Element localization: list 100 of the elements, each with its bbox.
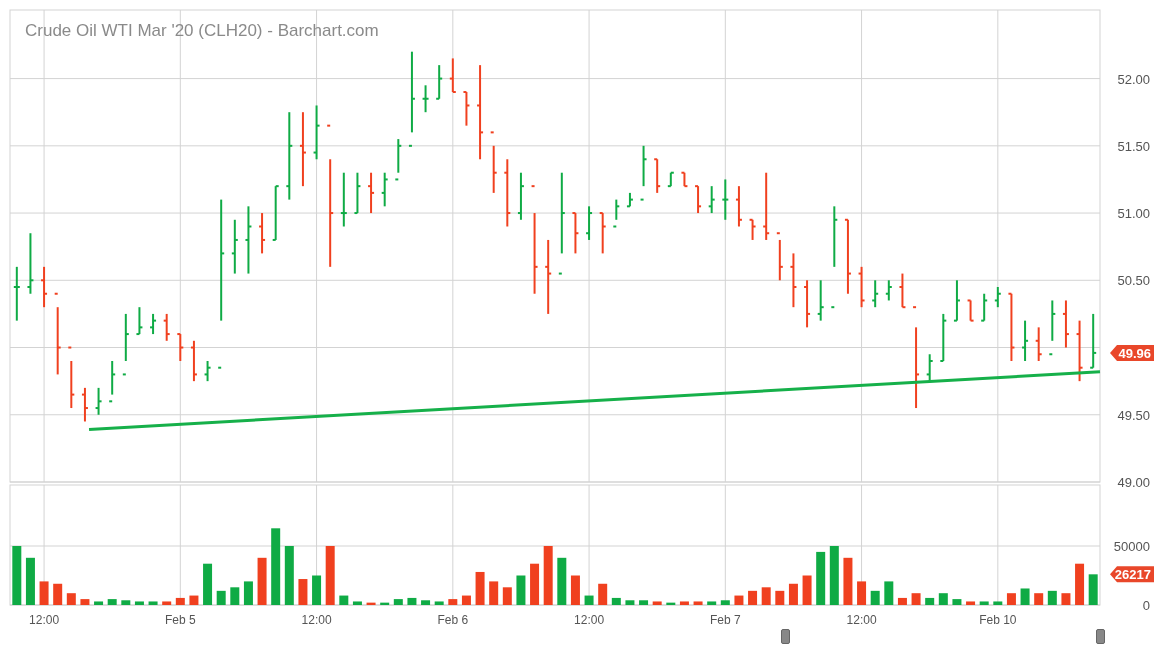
volume-bar (502, 587, 512, 605)
x-axis-label: 12:00 (574, 613, 605, 627)
volume-bar (448, 599, 458, 605)
volume-bar (121, 600, 131, 605)
volume-bar (366, 602, 376, 605)
volume-bar (257, 557, 267, 605)
volume-bar (816, 551, 826, 605)
volume-bar (543, 546, 553, 605)
volume-bar (761, 587, 771, 605)
volume-bar (884, 581, 894, 605)
volume-bar (162, 601, 172, 605)
volume-bar (925, 597, 935, 605)
volume-bar (1006, 593, 1016, 605)
volume-bar (53, 583, 63, 605)
volume-bar (911, 593, 921, 605)
volume-bar (134, 601, 144, 605)
volume-bar (611, 597, 621, 605)
volume-bar (516, 575, 526, 605)
volume-bar (339, 595, 349, 605)
volume-bar (1020, 588, 1030, 605)
x-axis-label: Feb 10 (979, 613, 1017, 627)
volume-bar (1061, 593, 1071, 605)
volume-bar (938, 593, 948, 605)
volume-bar (148, 601, 158, 605)
y-axis-label: 49.50 (1117, 407, 1150, 423)
volume-bar (421, 600, 431, 605)
volume-bar (652, 601, 662, 605)
volume-bar (298, 579, 308, 605)
volume-bar (993, 601, 1003, 605)
volume-bar (175, 597, 185, 605)
volume-bar (679, 601, 689, 605)
volume-bar (434, 601, 444, 605)
volume-bar (489, 581, 499, 605)
scroll-handle[interactable] (1096, 629, 1105, 644)
volume-bar (380, 602, 390, 605)
scroll-handle[interactable] (781, 629, 790, 644)
volume-bar (243, 581, 253, 605)
x-axis-label: 12:00 (301, 613, 332, 627)
y-axis-label: 49.00 (1117, 475, 1150, 490)
x-axis-label: Feb 7 (709, 613, 741, 627)
chart-title: Crude Oil WTI Mar '20 (CLH20) - Barchart.com (25, 21, 379, 40)
y-axis-label: 51.50 (1117, 138, 1150, 154)
volume-bar (720, 600, 730, 605)
volume-bar (966, 601, 976, 605)
volume-bar (530, 563, 540, 605)
volume-bar (66, 593, 76, 605)
volume-bar (80, 599, 90, 605)
volume-bar (979, 601, 989, 605)
volume-bar (189, 595, 199, 605)
x-axis-label: 12:00 (29, 613, 60, 627)
volume-bar (352, 601, 362, 605)
volume-bar (584, 595, 594, 605)
y-axis-label: 50.50 (1117, 273, 1150, 289)
volume-bar (857, 581, 867, 605)
volume-bar (788, 583, 798, 605)
volume-bar (734, 595, 744, 605)
y-axis-label: 51.00 (1117, 206, 1150, 222)
volume-bar (12, 546, 22, 605)
volume-bar (693, 601, 703, 605)
volume-bar (203, 563, 213, 605)
volume-bar (284, 546, 294, 605)
value-badge: 26217 (1110, 566, 1154, 583)
volume-bar (829, 546, 839, 605)
volume-bar (39, 581, 49, 605)
volume-bar (407, 597, 417, 605)
volume-bar (325, 546, 335, 605)
volume-bar (625, 600, 635, 605)
volume-bar (802, 575, 812, 605)
volume-bar (952, 599, 962, 605)
volume-bar (216, 590, 226, 605)
volume-bar (897, 597, 907, 605)
volume-bar (666, 602, 676, 605)
volume-bar (1034, 593, 1044, 605)
volume-bar (107, 599, 117, 605)
volume-bar (870, 590, 880, 605)
y-axis-label: 50000 (1113, 539, 1150, 554)
volume-bar (25, 557, 35, 605)
volume-bar (94, 601, 104, 605)
volume-bar (475, 571, 485, 605)
volume-bar (570, 575, 580, 605)
volume-bar (1047, 590, 1057, 605)
y-axis-label: 0 (1142, 598, 1150, 613)
volume-bar (393, 599, 403, 605)
x-axis-label: 12:00 (846, 613, 877, 627)
volume-bar (312, 575, 322, 605)
volume-bar (598, 583, 608, 605)
volume-bar (1088, 574, 1098, 605)
volume-bar (843, 557, 853, 605)
volume-bar (748, 590, 758, 605)
volume-bar (775, 590, 785, 605)
x-axis-label: Feb 5 (164, 613, 196, 627)
y-axis-label: 52.00 (1117, 71, 1150, 87)
volume-bar (639, 600, 649, 605)
volume-bar (461, 595, 471, 605)
volume-bar (230, 587, 240, 605)
volume-bar (1075, 563, 1085, 605)
x-axis-label: Feb 6 (437, 613, 469, 627)
value-badge: 49.96 (1110, 344, 1154, 361)
volume-bar (707, 601, 717, 605)
volume-bar (557, 557, 567, 605)
